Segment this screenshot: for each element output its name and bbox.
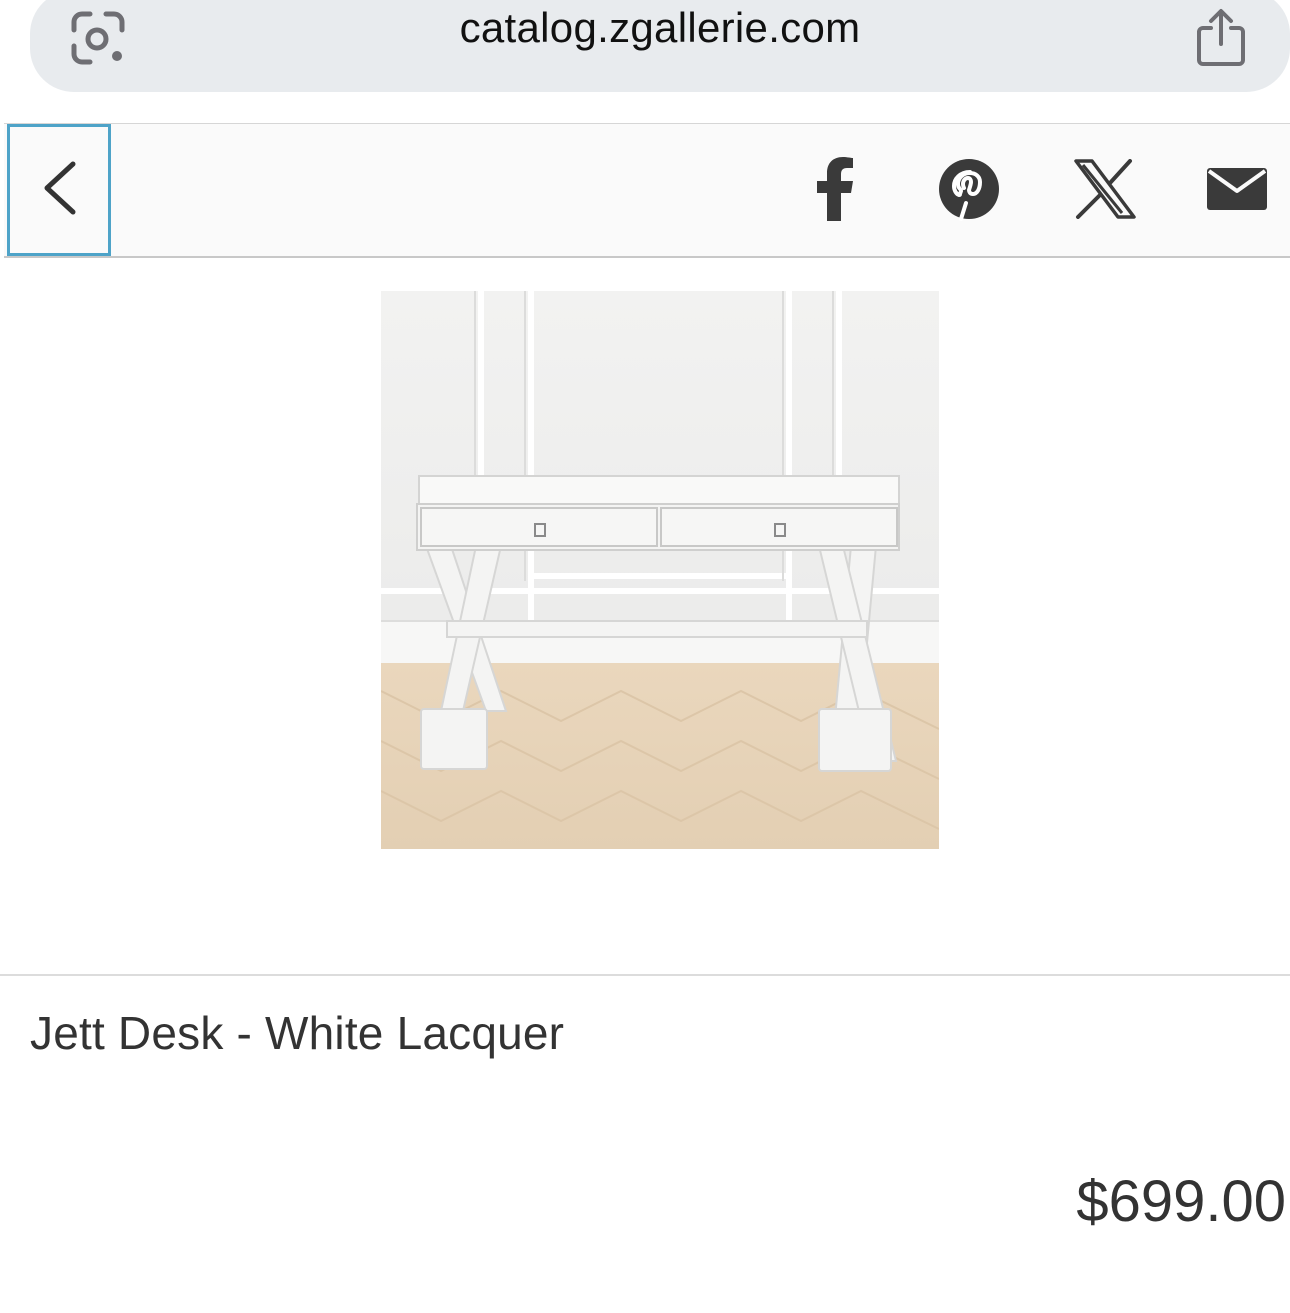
product-price: $699.00	[1076, 1169, 1286, 1234]
address-bar[interactable]: catalog.zgallerie.com	[30, 0, 1290, 92]
mail-icon[interactable]	[1204, 154, 1270, 224]
url-text[interactable]: catalog.zgallerie.com	[30, 4, 1290, 52]
product-image[interactable]	[381, 291, 939, 849]
x-icon[interactable]	[1070, 154, 1140, 224]
section-divider	[0, 974, 1290, 976]
product-title[interactable]: Jett Desk - White Lacquer	[30, 1006, 564, 1060]
chevron-left-icon	[37, 158, 81, 223]
facebook-icon[interactable]	[804, 154, 864, 224]
pinterest-icon[interactable]	[934, 154, 1004, 224]
share-icon[interactable]	[1193, 8, 1249, 66]
back-button[interactable]	[7, 124, 111, 256]
share-toolbar	[4, 123, 1290, 258]
